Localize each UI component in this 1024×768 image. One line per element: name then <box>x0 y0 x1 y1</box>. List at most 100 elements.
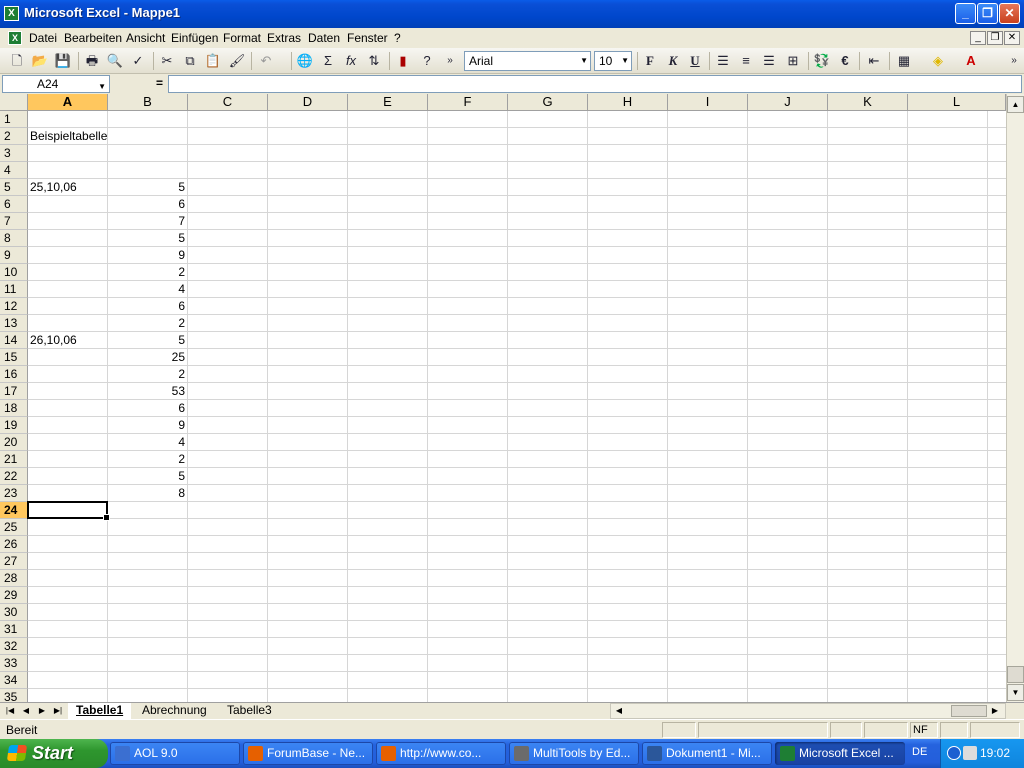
cell-b10[interactable]: 2 <box>108 264 188 281</box>
scroll-down-icon[interactable]: ▼ <box>1007 684 1024 701</box>
font-color-icon[interactable]: A <box>962 52 980 70</box>
tray-expand-icon[interactable] <box>947 746 961 760</box>
cell-b23[interactable]: 8 <box>108 485 188 502</box>
taskbar-button[interactable]: Microsoft Excel ... <box>775 742 905 765</box>
language-indicator[interactable]: DE <box>912 746 927 758</box>
new-icon[interactable]: 🗋 <box>8 52 26 70</box>
row-header-1[interactable]: 1 <box>0 111 28 128</box>
cell-b5[interactable]: 5 <box>108 179 188 196</box>
row-header-7[interactable]: 7 <box>0 213 28 230</box>
worksheet-grid[interactable]: ABCDEFGHIJKL 1 2 3 4 5 6 7 8 9 10 11 12 13 14 15 16 17 18… <box>0 94 1006 702</box>
function-icon[interactable]: fx <box>342 52 360 70</box>
chevron-down-icon[interactable]: ▼ <box>98 79 106 95</box>
cell-b14[interactable]: 5 <box>108 332 188 349</box>
cell-b20[interactable]: 4 <box>108 434 188 451</box>
scroll-up-icon[interactable]: ▲ <box>1007 96 1024 113</box>
help-icon[interactable]: ? <box>418 52 436 70</box>
row-header-6[interactable]: 6 <box>0 196 28 213</box>
euro-icon[interactable]: € <box>836 52 854 70</box>
cell-b22[interactable]: 5 <box>108 468 188 485</box>
chart-wizard-icon[interactable]: ▮ <box>394 52 412 70</box>
row-header-26[interactable]: 26 <box>0 536 28 553</box>
cell-b7[interactable]: 7 <box>108 213 188 230</box>
underline-button[interactable]: U <box>686 52 704 70</box>
horizontal-scroll-thumb[interactable] <box>951 705 987 717</box>
cell-b6[interactable]: 6 <box>108 196 188 213</box>
row-header-23[interactable]: 23 <box>0 485 28 502</box>
cell-b8[interactable]: 5 <box>108 230 188 247</box>
row-header-12[interactable]: 12 <box>0 298 28 315</box>
network-icon[interactable] <box>963 746 977 760</box>
undo-icon[interactable]: ↶ <box>257 52 275 70</box>
menu-fenster[interactable]: Fenster <box>347 31 388 45</box>
menu-einfuegen[interactable]: Einfügen <box>171 31 218 45</box>
borders-icon[interactable]: ▦ <box>895 52 913 70</box>
workbook-icon[interactable]: X <box>8 31 22 45</box>
print-icon[interactable]: 🖶 <box>83 52 101 70</box>
column-header-l[interactable]: L <box>908 94 1006 111</box>
row-header-13[interactable]: 13 <box>0 315 28 332</box>
cut-icon[interactable]: ✂ <box>158 52 176 70</box>
menu-daten[interactable]: Daten <box>308 31 340 45</box>
scroll-thumb[interactable] <box>1007 666 1024 683</box>
scroll-left-icon[interactable]: ◀ <box>613 704 625 718</box>
start-button[interactable]: Start <box>0 739 108 768</box>
column-header-j[interactable]: J <box>748 94 828 111</box>
row-header-24[interactable]: 24 <box>0 502 28 519</box>
last-sheet-icon[interactable]: ▶| <box>52 704 64 718</box>
row-header-18[interactable]: 18 <box>0 400 28 417</box>
cell-b12[interactable]: 6 <box>108 298 188 315</box>
cell-b19[interactable]: 9 <box>108 417 188 434</box>
taskbar-button[interactable]: AOL 9.0 <box>110 742 240 765</box>
spellcheck-icon[interactable]: ✓ <box>129 52 147 70</box>
row-header-21[interactable]: 21 <box>0 451 28 468</box>
taskbar-button[interactable]: MultiTools by Ed... <box>509 742 639 765</box>
taskbar-button[interactable]: Dokument1 - Mi... <box>642 742 772 765</box>
cell-b18[interactable]: 6 <box>108 400 188 417</box>
print-preview-icon[interactable]: 🔍 <box>106 52 124 70</box>
column-header-h[interactable]: H <box>588 94 668 111</box>
row-header-8[interactable]: 8 <box>0 230 28 247</box>
doc-restore-button[interactable]: ❐ <box>987 31 1003 45</box>
indent-icon[interactable]: ⇤ <box>865 52 883 70</box>
cell-b13[interactable]: 2 <box>108 315 188 332</box>
menu-help[interactable]: ? <box>394 31 401 45</box>
font-size-select[interactable]: 10 ▼ <box>594 51 632 71</box>
format-painter-icon[interactable]: 🖌 <box>228 52 246 70</box>
doc-close-button[interactable]: ✕ <box>1004 31 1020 45</box>
taskbar-button[interactable]: http://www.co... <box>376 742 506 765</box>
column-header-a[interactable]: A <box>28 94 108 111</box>
close-button[interactable]: ✕ <box>999 3 1020 24</box>
row-header-35[interactable]: 35 <box>0 689 28 702</box>
open-icon[interactable]: 📂 <box>31 52 49 70</box>
column-header-b[interactable]: B <box>108 94 188 111</box>
excel-icon[interactable]: X <box>4 6 19 21</box>
title-bar[interactable]: X Microsoft Excel - Mappe1 _ ❐ ✕ <box>0 0 1024 28</box>
row-header-29[interactable]: 29 <box>0 587 28 604</box>
align-left-icon[interactable]: ☰ <box>714 52 732 70</box>
align-center-icon[interactable]: ≡ <box>737 52 755 70</box>
column-header-i[interactable]: I <box>668 94 748 111</box>
column-header-f[interactable]: F <box>428 94 508 111</box>
row-header-3[interactable]: 3 <box>0 145 28 162</box>
row-header-17[interactable]: 17 <box>0 383 28 400</box>
restore-button[interactable]: ❐ <box>977 3 998 24</box>
toolbar-options-icon[interactable]: » <box>1005 52 1023 70</box>
save-icon[interactable]: 💾 <box>54 52 72 70</box>
row-header-25[interactable]: 25 <box>0 519 28 536</box>
menu-datei[interactable]: Datei <box>29 31 57 45</box>
row-header-19[interactable]: 19 <box>0 417 28 434</box>
next-sheet-icon[interactable]: ▶ <box>36 704 48 718</box>
row-header-20[interactable]: 20 <box>0 434 28 451</box>
name-box[interactable]: A24 ▼ <box>2 75 110 93</box>
row-header-11[interactable]: 11 <box>0 281 28 298</box>
row-header-27[interactable]: 27 <box>0 553 28 570</box>
scroll-right-icon[interactable]: ▶ <box>989 704 1001 718</box>
autosum-icon[interactable]: Σ <box>319 52 337 70</box>
formula-input[interactable] <box>168 75 1022 93</box>
align-right-icon[interactable]: ☰ <box>760 52 778 70</box>
cell-area[interactable]: Beispieltabelle 25,10,06 5 6 7 5 9 2 4 6 2 26,10,06… <box>28 111 1006 702</box>
active-cell-cursor[interactable] <box>27 501 110 521</box>
cell-b11[interactable]: 4 <box>108 281 188 298</box>
sort-ascending-icon[interactable]: ⇅ <box>365 52 383 70</box>
